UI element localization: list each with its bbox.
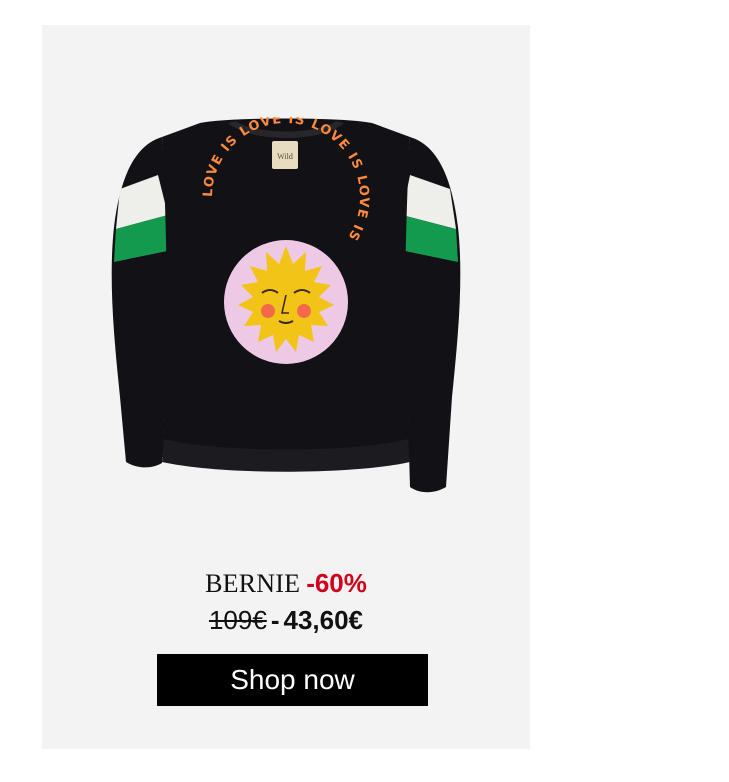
- brand-label-text: Wild: [277, 152, 293, 161]
- sun-face: [254, 270, 318, 334]
- product-title-line: BERNIE -60%: [42, 566, 530, 601]
- product-name: BERNIE: [205, 569, 301, 598]
- discount-badge: -60%: [306, 568, 367, 598]
- product-card[interactable]: Wild LOVE IS LOVE IS LOVE IS LOVE IS BER…: [42, 25, 530, 749]
- new-price: 43,60€: [283, 605, 364, 635]
- old-price: 109€: [208, 605, 267, 635]
- shop-now-button[interactable]: Shop now: [157, 654, 428, 706]
- price-line: 109€ -43,60€: [42, 603, 530, 637]
- sweatshirt-image[interactable]: Wild LOVE IS LOVE IS LOVE IS LOVE IS: [90, 117, 482, 521]
- price-separator: -: [270, 605, 280, 635]
- sun-left-cheek: [261, 304, 275, 318]
- sun-right-cheek: [297, 304, 311, 318]
